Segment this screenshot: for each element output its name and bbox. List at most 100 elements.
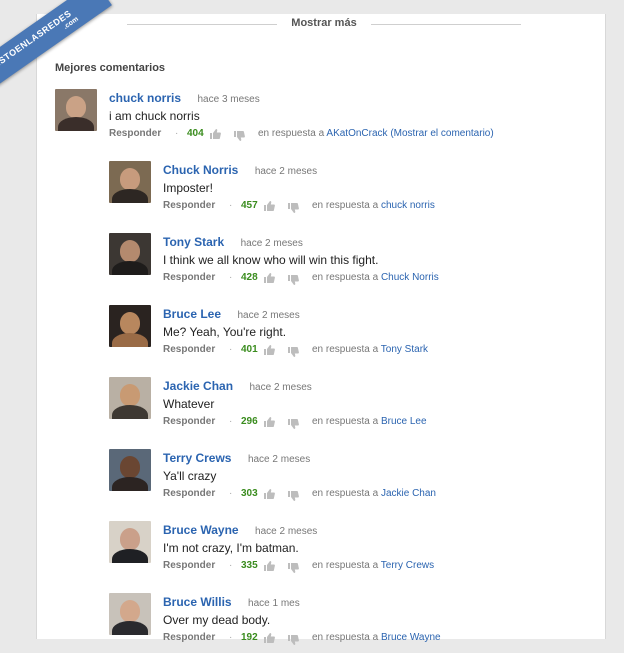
comment-author[interactable]: Tony Stark — [163, 235, 224, 249]
thumbs-up-icon[interactable] — [263, 272, 275, 284]
reply-to: en respuesta a Bruce Lee — [312, 416, 427, 427]
like-count: 401 — [241, 344, 258, 355]
show-more-button[interactable]: Mostrar más — [287, 17, 361, 29]
comment-author[interactable]: Bruce Wayne — [163, 523, 239, 537]
separator-dot: · — [229, 488, 233, 499]
thumbs-down-icon[interactable] — [287, 274, 299, 286]
thumbs-up-icon[interactable] — [263, 344, 275, 356]
thumbs-up-icon[interactable] — [263, 200, 275, 212]
separator-dot: · — [229, 344, 233, 355]
thumbs-down-icon[interactable] — [287, 346, 299, 358]
comment-time: hace 2 meses — [249, 382, 312, 393]
reply-button[interactable]: Responder — [163, 632, 215, 643]
comment-time: hace 2 meses — [240, 238, 303, 249]
show-more-bar: Mostrar más — [127, 14, 521, 34]
comment-text: I'm not crazy, I'm batman. — [163, 541, 299, 555]
section-title: Mejores comentarios — [55, 62, 166, 74]
reply-to: en respuesta a Tony Stark — [312, 344, 429, 355]
reply-to: en respuesta a Jackie Chan — [312, 488, 436, 499]
reply-to-link[interactable]: Terry Crews — [381, 560, 434, 571]
like-count: 192 — [241, 632, 258, 643]
comment-actions: Responder · 457 en respuesta a chuck nor… — [163, 200, 624, 214]
reply-button[interactable]: Responder — [163, 344, 215, 355]
comment-text: Me? Yeah, You're right. — [163, 325, 287, 339]
avatar[interactable] — [109, 449, 151, 491]
reply-to: en respuesta a Chuck Norris — [312, 272, 439, 283]
thumbs-down-icon[interactable] — [287, 202, 299, 214]
like-count: 457 — [241, 200, 258, 211]
like-count: 404 — [187, 128, 204, 139]
avatar[interactable] — [55, 89, 97, 131]
reply-button[interactable]: Responder — [109, 128, 161, 139]
reply-to-link[interactable]: chuck norris — [381, 200, 435, 211]
comment-actions: Responder · 303 en respuesta a Jackie Ch… — [163, 488, 624, 502]
separator-dot: · — [175, 128, 179, 139]
avatar[interactable] — [109, 377, 151, 419]
reply-button[interactable]: Responder — [163, 200, 215, 211]
separator-dot: · — [229, 272, 233, 283]
reply-button[interactable]: Responder — [163, 560, 215, 571]
reply-button[interactable]: Responder — [163, 272, 215, 283]
reply-to-link[interactable]: Tony Stark — [381, 344, 428, 355]
avatar[interactable] — [109, 593, 151, 635]
thumbs-down-icon[interactable] — [287, 562, 299, 574]
thumbs-up-icon[interactable] — [263, 560, 275, 572]
comment-actions: Responder · 428 en respuesta a Chuck Nor… — [163, 272, 624, 286]
reply-to-link[interactable]: Bruce Wayne — [381, 632, 441, 643]
divider-line — [371, 24, 521, 25]
avatar[interactable] — [109, 305, 151, 347]
thumbs-up-icon[interactable] — [263, 488, 275, 500]
thumbs-down-icon[interactable] — [287, 490, 299, 502]
thumbs-up-icon[interactable] — [209, 128, 221, 140]
reply-button[interactable]: Responder — [163, 488, 215, 499]
reply-button[interactable]: Responder — [163, 416, 215, 427]
comment-actions: Responder · 335 en respuesta a Terry Cre… — [163, 560, 624, 574]
thumbs-up-icon[interactable] — [263, 416, 275, 428]
comment-author[interactable]: Bruce Willis — [163, 595, 232, 609]
comment-time: hace 2 meses — [254, 166, 318, 177]
comments-panel: Mostrar más Mejores comentarios chuck no… — [36, 14, 606, 645]
thumbs-down-icon[interactable] — [233, 130, 245, 142]
comment-actions: Responder · 401 en respuesta a Tony Star… — [163, 344, 624, 358]
comment-author[interactable]: Bruce Lee — [163, 307, 221, 321]
comment-actions: Responder · 404 en respuesta a AKatOnCra… — [109, 128, 589, 142]
comment-text: I think we all know who will win this fi… — [163, 253, 379, 267]
reply-to: en respuesta a AKatOnCrack (Mostrar el c… — [258, 128, 494, 139]
separator-dot: · — [229, 200, 233, 211]
avatar[interactable] — [109, 161, 151, 203]
comment-author[interactable]: chuck norris — [109, 91, 181, 105]
avatar[interactable] — [109, 233, 151, 275]
like-count: 296 — [241, 416, 258, 427]
reply-to-link[interactable]: Bruce Lee — [381, 416, 427, 427]
comment-author[interactable]: Chuck Norris — [163, 163, 238, 177]
separator-dot: · — [229, 416, 233, 427]
comment-time: hace 2 meses — [255, 526, 318, 537]
reply-to-link[interactable]: Jackie Chan — [381, 488, 436, 499]
comment-time: hace 3 meses — [197, 94, 260, 105]
separator-dot: · — [229, 560, 233, 571]
comment-text: Over my dead body. — [163, 613, 271, 627]
comment-actions: Responder · 192 en respuesta a Bruce Way… — [163, 632, 624, 646]
thumbs-down-icon[interactable] — [287, 634, 299, 646]
comment-author[interactable]: Jackie Chan — [163, 379, 233, 393]
thumbs-down-icon[interactable] — [287, 418, 299, 430]
reply-to-link[interactable]: AKatOnCrack (Mostrar el comentario) — [326, 128, 493, 139]
comment-text: i am chuck norris — [109, 109, 200, 123]
comment-time: hace 1 mes — [248, 598, 300, 609]
comment-time: hace 2 meses — [237, 310, 300, 321]
divider-line — [127, 24, 277, 25]
comment-text: Ya'll crazy — [163, 469, 217, 483]
reply-to-link[interactable]: Chuck Norris — [381, 272, 439, 283]
like-count: 335 — [241, 560, 258, 571]
reply-to: en respuesta a chuck norris — [312, 200, 435, 211]
avatar[interactable] — [109, 521, 151, 563]
comment-author[interactable]: Terry Crews — [163, 451, 231, 465]
comment-actions: Responder · 296 en respuesta a Bruce Lee — [163, 416, 624, 430]
reply-to: en respuesta a Terry Crews — [312, 560, 435, 571]
like-count: 303 — [241, 488, 258, 499]
thumbs-up-icon[interactable] — [263, 632, 275, 644]
separator-dot: · — [229, 632, 233, 643]
comment-text: Imposter! — [163, 181, 214, 195]
reply-to: en respuesta a Bruce Wayne — [312, 632, 441, 643]
comment-time: hace 2 meses — [247, 454, 311, 465]
